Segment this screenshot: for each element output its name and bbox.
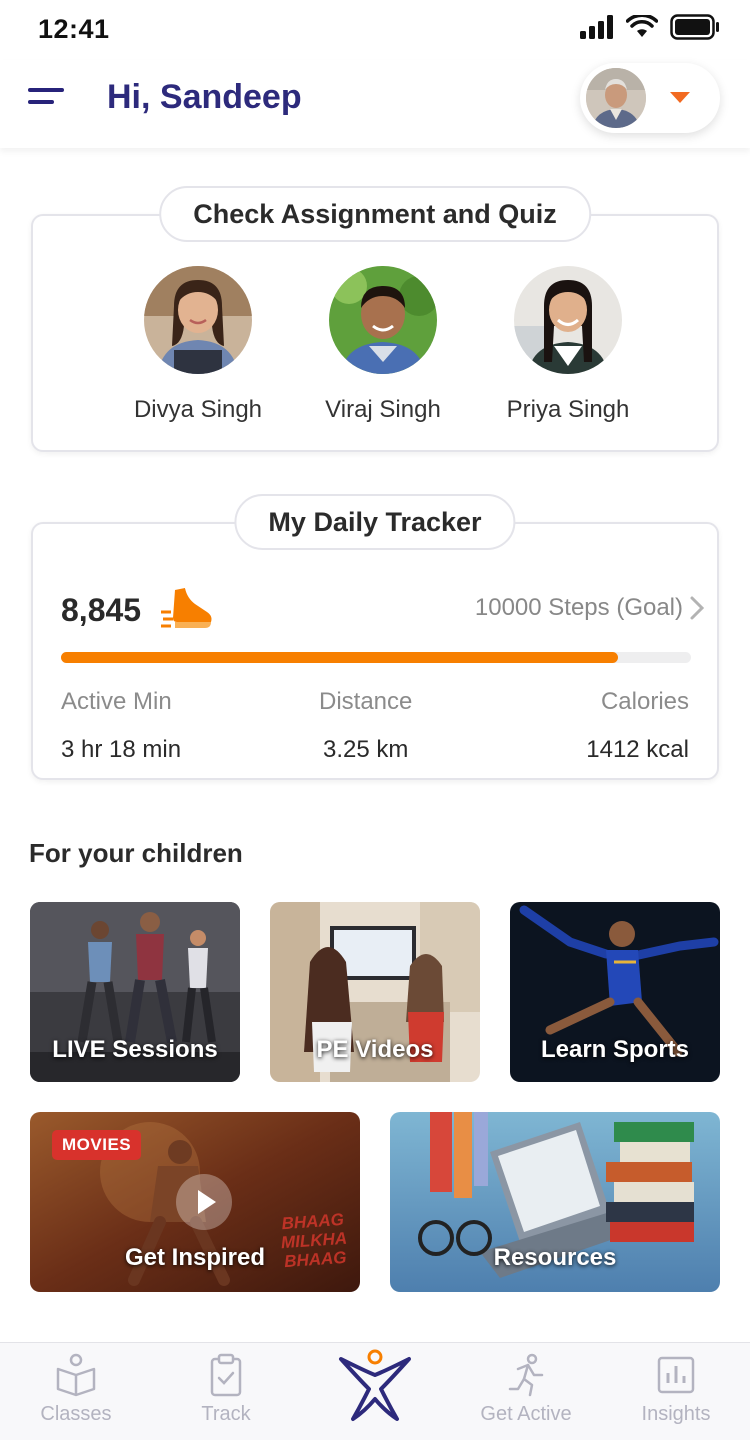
steps-count: 8,845 [61, 592, 142, 628]
tracker-card-title[interactable]: My Daily Tracker [234, 494, 516, 550]
tile-label: Resources [493, 1244, 617, 1271]
signal-icon [580, 15, 613, 39]
tile-learn-sports[interactable]: Learn Sports [510, 902, 720, 1082]
tile-label: PE Videos [316, 1036, 434, 1063]
status-time: 12:41 [38, 14, 110, 44]
nav-label: Classes [40, 1403, 112, 1425]
section-title: For your children [29, 838, 243, 868]
child-avatar [514, 266, 622, 374]
child-viraj[interactable]: Viraj Singh [298, 266, 468, 424]
clipboard-check-icon [210, 1353, 242, 1397]
tile-label: Learn Sports [540, 1036, 690, 1063]
book-icon [56, 1353, 96, 1397]
profile-switcher-button[interactable] [580, 63, 720, 133]
stat-label: Calories [600, 688, 689, 715]
stat-distance: Distance 3.25 km [319, 688, 412, 764]
battery-icon [670, 14, 719, 40]
stat-active-min: Active Min 3 hr 18 min [61, 688, 181, 764]
nav-label: Track [201, 1403, 251, 1425]
caret-down-icon [670, 92, 690, 103]
nav-track[interactable]: Track [161, 1353, 291, 1426]
child-divya[interactable]: Divya Singh [113, 266, 283, 424]
nav-label: Insights [641, 1403, 711, 1425]
app-header: Hi, Sandeep [0, 60, 750, 148]
stat-value: 3.25 km [323, 736, 409, 763]
tile-pe-videos[interactable]: PE Videos [270, 902, 480, 1082]
assignment-card-title[interactable]: Check Assignment and Quiz [159, 186, 591, 242]
avatar [586, 68, 646, 128]
child-priya[interactable]: Priya Singh [483, 266, 653, 424]
stat-value: 3 hr 18 min [61, 736, 182, 763]
steps-goal-link[interactable]: 10000 Steps (Goal) [475, 594, 683, 622]
status-bar: 12:41 [0, 0, 750, 60]
nav-insights[interactable]: Insights [611, 1353, 741, 1426]
stat-calories: Calories 1412 kcal [586, 688, 689, 764]
child-name: Divya Singh [133, 396, 263, 423]
tile-label: Get Inspired [124, 1244, 266, 1271]
steps-progress-bar [61, 652, 691, 663]
steps-progress-fill [61, 652, 619, 663]
stat-value: 1412 kcal [586, 736, 689, 763]
hamburger-icon[interactable] [28, 84, 68, 114]
tile-get-inspired[interactable]: MOVIES BHAAG MILKHA BHAAG Get Inspired [30, 1112, 360, 1292]
bar-chart-icon [657, 1356, 695, 1394]
shoe-icon [161, 584, 212, 628]
daily-tracker-card: My Daily Tracker 8,845 10000 Steps (Goal… [31, 494, 719, 780]
nav-label: Get Active [480, 1403, 572, 1425]
play-icon[interactable] [176, 1174, 232, 1230]
child-name: Viraj Singh [325, 396, 441, 423]
nav-get-active[interactable]: Get Active [461, 1353, 591, 1426]
children-list: Divya Singh Viraj Singh Priya Singh [113, 266, 653, 424]
child-avatar [329, 266, 437, 374]
bottom-nav: Classes Track Get Active Insights [0, 1342, 750, 1440]
greeting-title: Hi, Sandeep [107, 78, 302, 116]
child-name: Priya Singh [506, 396, 630, 423]
nav-home-logo[interactable] [310, 1345, 440, 1431]
stat-label: Distance [319, 688, 413, 715]
tile-live-sessions[interactable]: LIVE Sessions [30, 902, 240, 1082]
stat-label: Active Min [61, 688, 172, 715]
wifi-icon [626, 15, 658, 37]
tile-label: LIVE Sessions [52, 1036, 218, 1063]
chevron-right-icon[interactable] [687, 594, 707, 622]
tile-resources[interactable]: Resources [390, 1112, 720, 1292]
brand-logo-icon [339, 1349, 411, 1421]
status-icons [580, 14, 720, 40]
running-icon [508, 1353, 544, 1397]
nav-classes[interactable]: Classes [11, 1353, 141, 1426]
child-avatar [144, 266, 252, 374]
assignment-quiz-card: Check Assignment and Quiz Divya Singh Vi… [31, 186, 719, 452]
movies-badge: MOVIES [52, 1130, 142, 1160]
